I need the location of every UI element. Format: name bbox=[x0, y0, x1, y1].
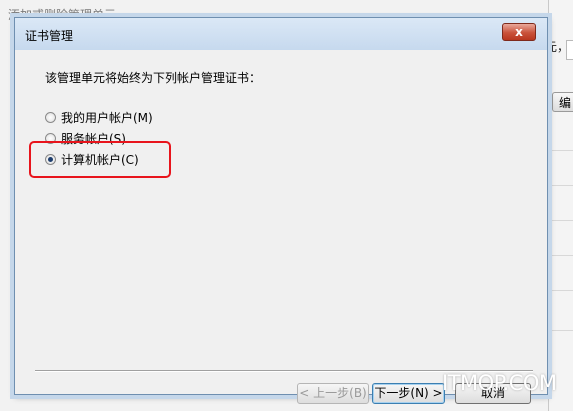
close-icon: x bbox=[515, 25, 523, 39]
radio-button[interactable] bbox=[45, 111, 56, 123]
next-button[interactable]: 下一步(N) > bbox=[372, 383, 445, 404]
back-button[interactable]: < 上一步(B) bbox=[297, 383, 369, 404]
red-highlight-annotation bbox=[29, 141, 171, 178]
dialog-content: 该管理单元将始终为下列帐户管理证书： 我的用户帐户(M) 服务帐户(S) 计算机… bbox=[15, 50, 547, 404]
radio-label-my-user-account: 我的用户帐户(M) bbox=[61, 110, 153, 125]
background-scroll-box bbox=[566, 40, 573, 60]
account-prompt: 该管理单元将始终为下列帐户管理证书： bbox=[45, 71, 262, 85]
background-window-right-panel bbox=[548, 0, 573, 411]
background-edit-button[interactable]: 编 bbox=[552, 92, 573, 112]
site-watermark: ITMOP.COM bbox=[442, 371, 557, 395]
dialog-title: 证书管理 bbox=[25, 29, 74, 43]
dialog-titlebar[interactable]: 证书管理 x bbox=[15, 18, 547, 50]
certificates-dialog: 证书管理 x 该管理单元将始终为下列帐户管理证书： 我的用户帐户(M) 服务帐户… bbox=[14, 17, 548, 404]
radio-my-user-account[interactable]: 我的用户帐户(M) bbox=[45, 109, 153, 125]
close-button[interactable]: x bbox=[502, 23, 536, 41]
